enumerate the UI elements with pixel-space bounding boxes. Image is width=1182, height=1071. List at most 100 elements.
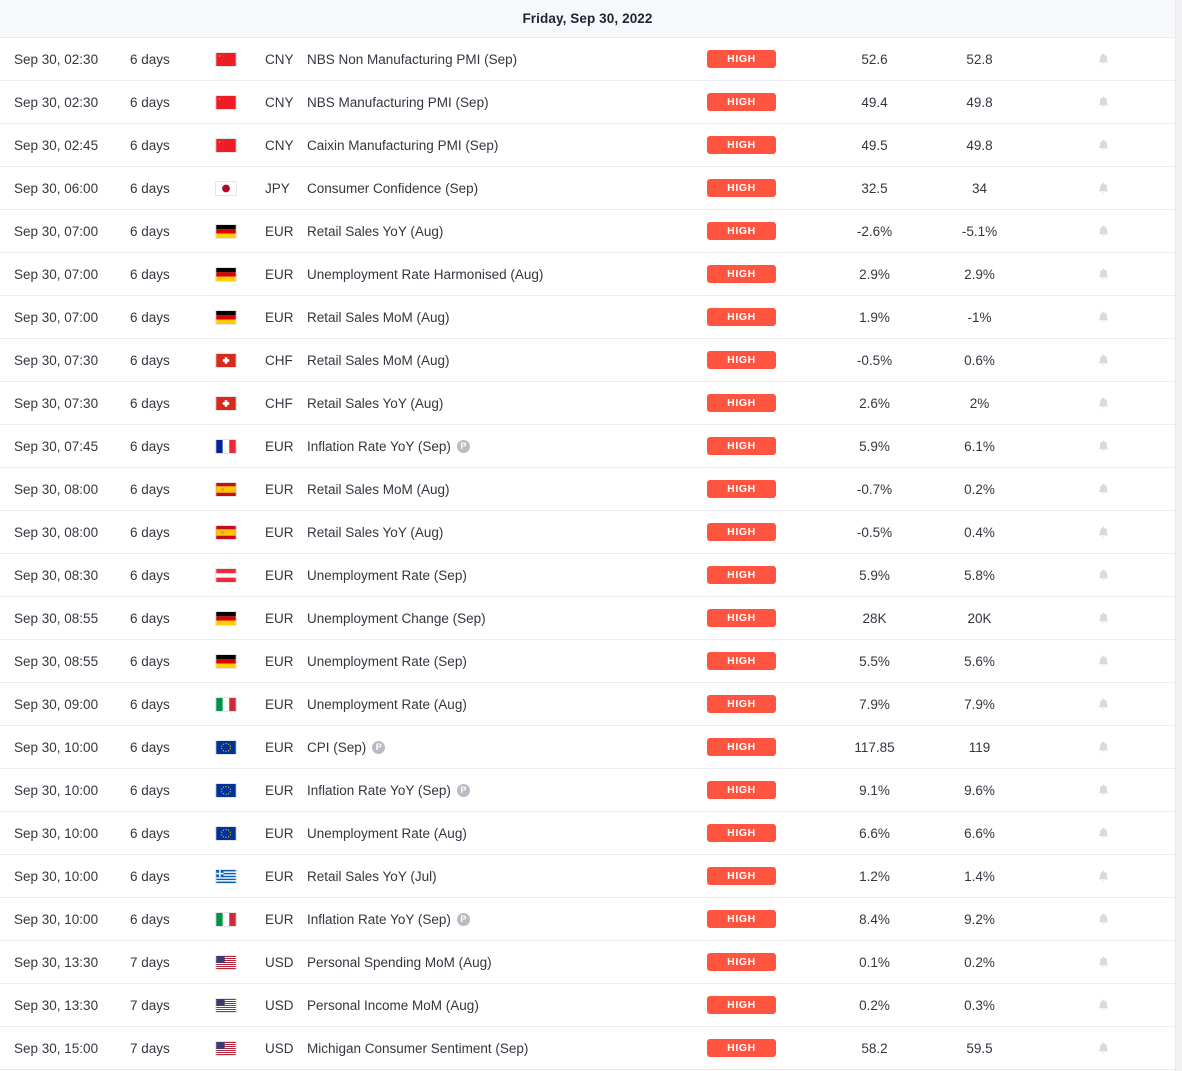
table-row[interactable]: Sep 30, 02:30 6 days CNY NBS Non Manufactur… xyxy=(0,38,1175,81)
alert-bell-button[interactable] xyxy=(1032,868,1175,885)
table-row[interactable]: Sep 30, 08:00 6 days EUR Retail Sales YoY (… xyxy=(0,511,1175,554)
gr-flag-icon xyxy=(215,868,237,884)
cn-flag-icon xyxy=(215,51,237,67)
event-time: Sep 30, 07:00 xyxy=(14,309,99,325)
event-name-cell[interactable]: Caixin Manufacturing PMI (Sep) xyxy=(307,138,707,153)
event-name-cell[interactable]: Inflation Rate YoY (Sep) P xyxy=(307,783,707,798)
alert-bell-button[interactable] xyxy=(1032,266,1175,283)
actual-value: 6.6% xyxy=(859,825,890,841)
event-time-ago: 6 days xyxy=(130,94,170,110)
alert-bell-button[interactable] xyxy=(1032,309,1175,326)
table-row[interactable]: Sep 30, 06:00 6 days JPY Consumer Confidenc… xyxy=(0,167,1175,210)
alert-bell-button[interactable] xyxy=(1032,137,1175,154)
forecast-value: -5.1% xyxy=(961,223,998,239)
alert-bell-button[interactable] xyxy=(1032,567,1175,584)
table-row[interactable]: Sep 30, 07:00 6 days EUR Retail Sales MoM (… xyxy=(0,296,1175,339)
event-name-cell[interactable]: Retail Sales MoM (Aug) xyxy=(307,353,707,368)
event-name-cell[interactable]: Personal Spending MoM (Aug) xyxy=(307,955,707,970)
table-row[interactable]: Sep 30, 08:55 6 days EUR Unemployment Chang… xyxy=(0,597,1175,640)
alert-bell-button[interactable] xyxy=(1032,51,1175,68)
event-name-cell[interactable]: Unemployment Rate Harmonised (Aug) xyxy=(307,267,707,282)
alert-bell-button[interactable] xyxy=(1032,94,1175,111)
alert-bell-button[interactable] xyxy=(1032,1040,1175,1057)
currency-code: EUR xyxy=(265,782,294,798)
alert-bell-button[interactable] xyxy=(1032,653,1175,670)
event-time-ago: 6 days xyxy=(130,309,170,325)
event-time: Sep 30, 06:00 xyxy=(14,180,99,196)
alert-bell-button[interactable] xyxy=(1032,911,1175,928)
table-row[interactable]: Sep 30, 10:00 6 days EUR Inflation Rate YoY… xyxy=(0,769,1175,812)
forecast-value: 1.4% xyxy=(964,868,995,884)
table-row[interactable]: Sep 30, 07:30 6 days CHF Retail Sales YoY (… xyxy=(0,382,1175,425)
table-row[interactable]: Sep 30, 10:00 6 days EUR CPI (Sep) P HIGH 117.… xyxy=(0,726,1175,769)
event-time-ago: 6 days xyxy=(130,481,170,497)
country-flag-cell xyxy=(215,481,265,497)
alert-bell-button[interactable] xyxy=(1032,395,1175,412)
table-row[interactable]: Sep 30, 08:00 6 days EUR Retail Sales MoM (… xyxy=(0,468,1175,511)
table-row[interactable]: Sep 30, 07:00 6 days EUR Retail Sales YoY (… xyxy=(0,210,1175,253)
economic-calendar: Friday, Sep 30, 2022 Sep 30, 02:30 6 days… xyxy=(0,0,1182,1071)
event-name-cell[interactable]: Inflation Rate YoY (Sep) P xyxy=(307,912,707,927)
actual-value: -0.7% xyxy=(856,481,893,497)
event-name-cell[interactable]: NBS Manufacturing PMI (Sep) xyxy=(307,95,707,110)
event-name-cell[interactable]: Personal Income MoM (Aug) xyxy=(307,998,707,1013)
table-row[interactable]: Sep 30, 08:30 6 days EUR Unemployment Rate … xyxy=(0,554,1175,597)
event-name-cell[interactable]: Retail Sales YoY (Aug) xyxy=(307,525,707,540)
event-name-cell[interactable]: NBS Non Manufacturing PMI (Sep) xyxy=(307,52,707,67)
event-name-cell[interactable]: Unemployment Rate (Aug) xyxy=(307,697,707,712)
importance-cell: HIGH xyxy=(707,49,822,69)
table-row[interactable]: Sep 30, 13:30 7 days USD Personal Income Mo… xyxy=(0,984,1175,1027)
event-name-cell[interactable]: Retail Sales YoY (Aug) xyxy=(307,396,707,411)
currency-code: USD xyxy=(265,1040,294,1056)
event-name-cell[interactable]: Unemployment Rate (Sep) xyxy=(307,654,707,669)
event-name-cell[interactable]: Michigan Consumer Sentiment (Sep) xyxy=(307,1041,707,1056)
alert-bell-button[interactable] xyxy=(1032,739,1175,756)
event-name-cell[interactable]: Retail Sales YoY (Aug) xyxy=(307,224,707,239)
table-row[interactable]: Sep 30, 08:55 6 days EUR Unemployment Rate … xyxy=(0,640,1175,683)
event-name-cell[interactable]: Retail Sales YoY (Jul) xyxy=(307,869,707,884)
alert-bell-button[interactable] xyxy=(1032,438,1175,455)
forecast-value: 49.8 xyxy=(966,94,993,110)
event-name-cell[interactable]: Inflation Rate YoY (Sep) P xyxy=(307,439,707,454)
alert-bell-button[interactable] xyxy=(1032,481,1175,498)
event-name-cell[interactable]: Unemployment Rate (Sep) xyxy=(307,568,707,583)
alert-bell-button[interactable] xyxy=(1032,696,1175,713)
alert-bell-button[interactable] xyxy=(1032,352,1175,369)
alert-bell-button[interactable] xyxy=(1032,782,1175,799)
event-name-cell[interactable]: Unemployment Change (Sep) xyxy=(307,611,707,626)
alert-bell-button[interactable] xyxy=(1032,825,1175,842)
country-flag-cell xyxy=(215,438,265,454)
status-badge: HIGH xyxy=(707,221,776,241)
table-row[interactable]: Sep 30, 09:00 6 days EUR Unemployment Rate … xyxy=(0,683,1175,726)
alert-bell-button[interactable] xyxy=(1032,180,1175,197)
table-row[interactable]: Sep 30, 07:45 6 days EUR Inflation Rate YoY… xyxy=(0,425,1175,468)
table-row[interactable]: Sep 30, 10:00 6 days EUR Inflation Rate YoY… xyxy=(0,898,1175,941)
table-row[interactable]: Sep 30, 15:00 7 days USD Michigan Consumer … xyxy=(0,1027,1175,1070)
event-name-cell[interactable]: Retail Sales MoM (Aug) xyxy=(307,482,707,497)
table-row[interactable]: Sep 30, 07:30 6 days CHF Retail Sales MoM (… xyxy=(0,339,1175,382)
alert-bell-button[interactable] xyxy=(1032,223,1175,240)
table-row[interactable]: Sep 30, 10:00 6 days EUR Retail Sales YoY (… xyxy=(0,855,1175,898)
alert-bell-button[interactable] xyxy=(1032,610,1175,627)
alert-bell-button[interactable] xyxy=(1032,954,1175,971)
it-flag-icon xyxy=(215,911,237,927)
table-row[interactable]: Sep 30, 02:45 6 days CNY Caixin Manufacturi… xyxy=(0,124,1175,167)
vertical-scrollbar[interactable] xyxy=(1175,0,1182,1071)
event-name-cell[interactable]: Retail Sales MoM (Aug) xyxy=(307,310,707,325)
table-row[interactable]: Sep 30, 02:30 6 days CNY NBS Manufacturing … xyxy=(0,81,1175,124)
country-flag-cell xyxy=(215,94,265,110)
actual-value: 58.2 xyxy=(861,1040,888,1056)
event-name-cell[interactable]: Consumer Confidence (Sep) xyxy=(307,181,707,196)
status-badge: HIGH xyxy=(707,49,776,69)
event-name-cell[interactable]: CPI (Sep) P xyxy=(307,740,707,755)
event-name: Inflation Rate YoY (Sep) xyxy=(307,782,451,798)
currency-code: CHF xyxy=(265,352,293,368)
alert-bell-button[interactable] xyxy=(1032,524,1175,541)
alert-bell-button[interactable] xyxy=(1032,997,1175,1014)
table-row[interactable]: Sep 30, 10:00 6 days EUR Unemployment Rate … xyxy=(0,812,1175,855)
event-name-cell[interactable]: Unemployment Rate (Aug) xyxy=(307,826,707,841)
table-row[interactable]: Sep 30, 07:00 6 days EUR Unemployment Rate … xyxy=(0,253,1175,296)
status-badge: HIGH xyxy=(707,737,776,757)
event-name: Michigan Consumer Sentiment (Sep) xyxy=(307,1040,529,1056)
table-row[interactable]: Sep 30, 13:30 7 days USD Personal Spending … xyxy=(0,941,1175,984)
